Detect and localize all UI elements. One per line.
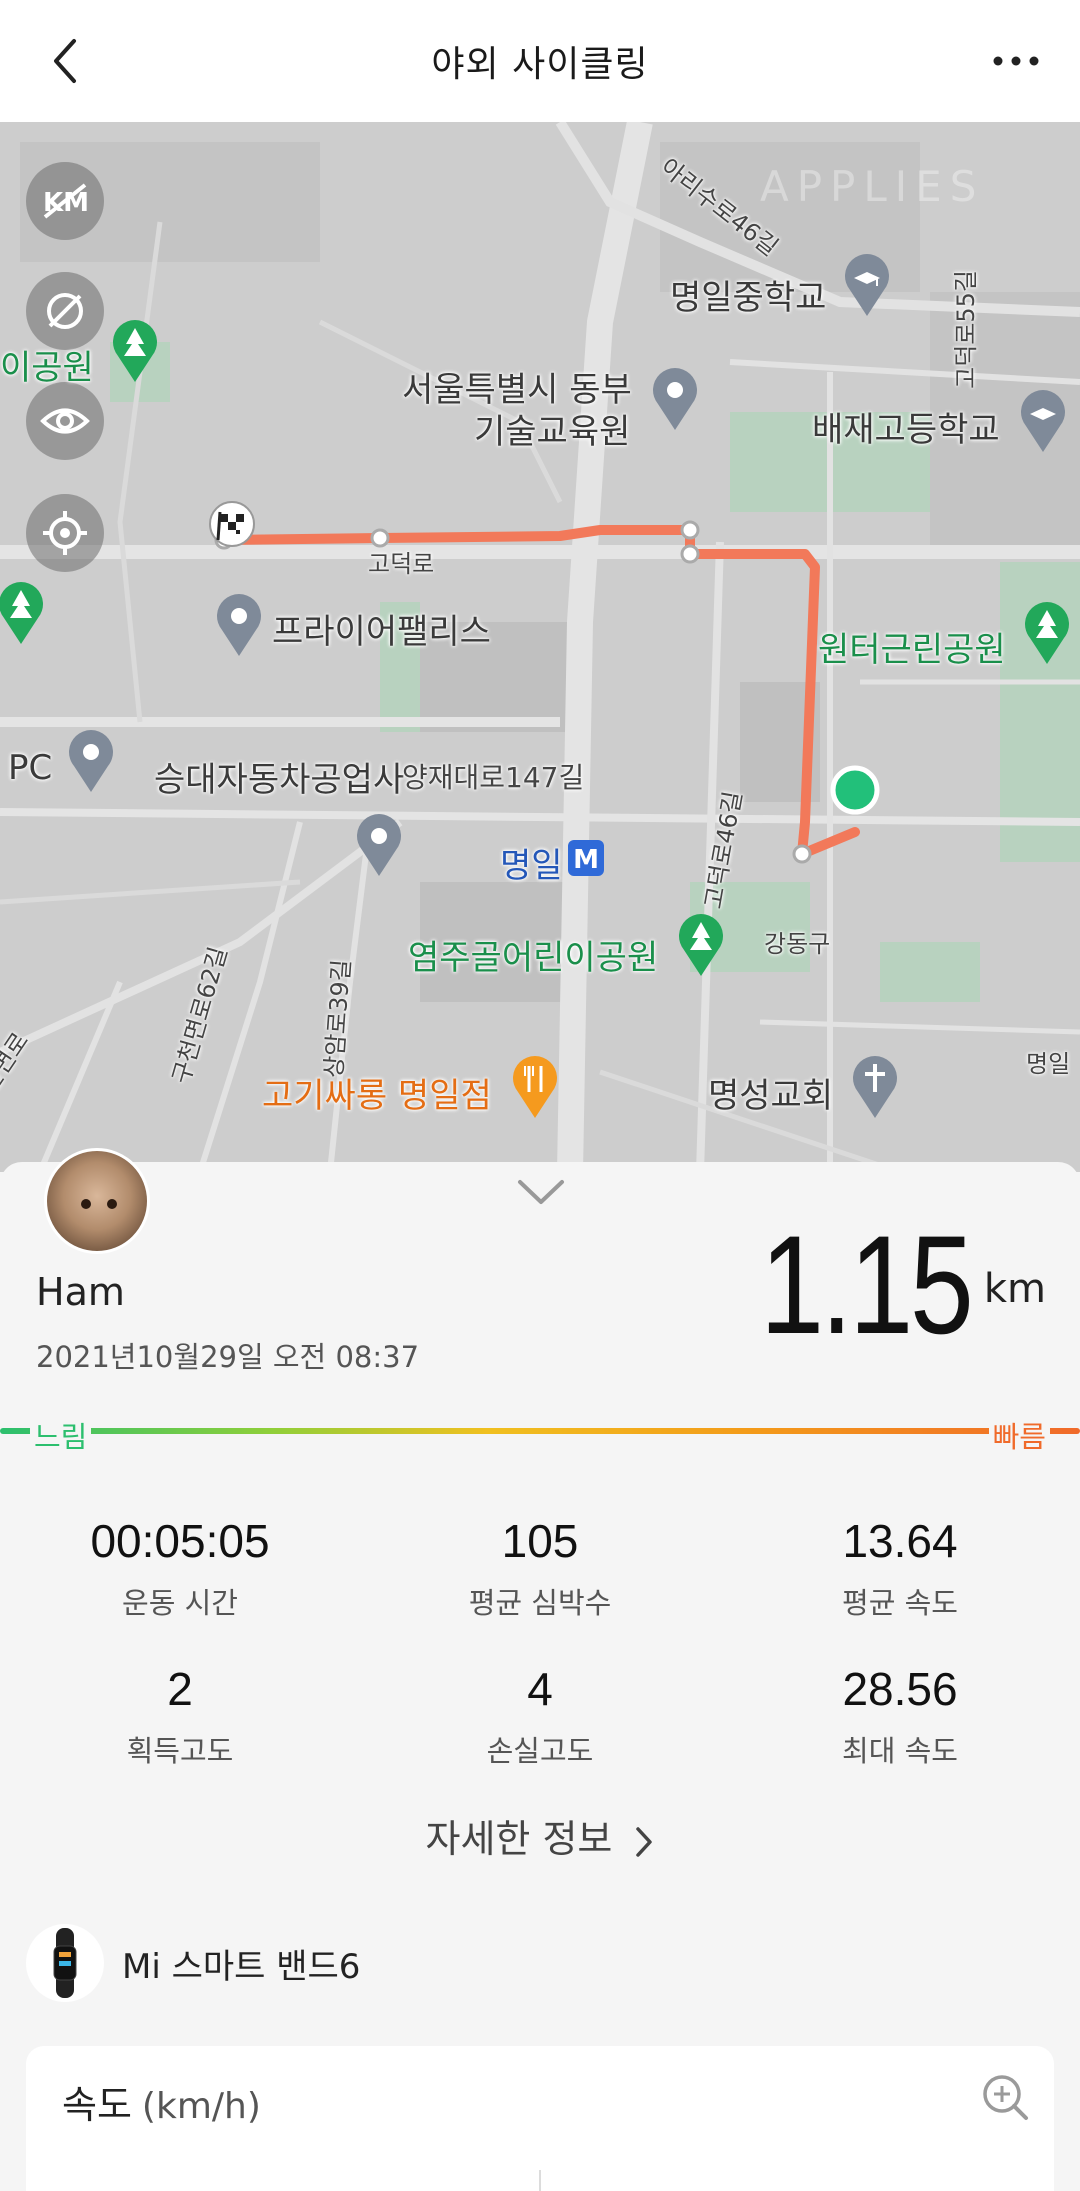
map-label-edge: 명일 [1026, 1050, 1071, 1078]
stat-value: 105 [501, 1515, 579, 1567]
park-pin-icon [679, 914, 723, 976]
stat-avg-heart-rate: 105 평균 심박수 [360, 1514, 720, 1622]
stat-label: 최대 속도 [842, 1734, 958, 1768]
device-row: Mi 스마트 밴드6 [26, 1924, 360, 2002]
speed-chart-title-text: 속도 [62, 2083, 132, 2127]
map-watermark: APPLIES [760, 162, 985, 211]
stat-duration: 00:05:05 운동 시간 [0, 1514, 360, 1622]
stat-elevation-gain: 2 획득고도 [0, 1662, 360, 1770]
top-bar: 야외 사이클링 [0, 0, 1080, 122]
stat-label: 손실고도 [486, 1734, 594, 1768]
collapse-sheet-button[interactable] [516, 1172, 566, 1212]
stat-label: 평균 심박수 [468, 1586, 612, 1620]
satellite-toggle-button[interactable] [26, 272, 104, 350]
map-label-car-shop: 승대자동차공업사 [154, 760, 405, 800]
stat-label: 평균 속도 [842, 1586, 958, 1620]
km-toggle-icon: KM [43, 183, 89, 219]
map-label-church: 명성교회 [708, 1076, 834, 1116]
speed-slow-label: 느림 [30, 1414, 92, 1456]
zoom-in-icon [983, 2075, 1028, 2120]
subway-badge-icon: M [568, 840, 604, 876]
more-options-button[interactable] [986, 34, 1046, 88]
chevron-right-icon [636, 1826, 653, 1857]
place-pin-icon [357, 814, 401, 876]
stat-label: 운동 시간 [122, 1586, 238, 1620]
place-pin-icon [653, 368, 697, 430]
satellite-off-icon [47, 293, 83, 329]
stat-avg-speed: 13.64 평균 속도 [720, 1514, 1080, 1622]
stat-label: 획득고도 [126, 1734, 234, 1768]
distance-unit: km [983, 1266, 1046, 1312]
locate-icon [43, 511, 87, 555]
map-label-kids-park: 염주골어린이공원 [408, 938, 659, 978]
map-label-school: 명일중학교 [670, 278, 827, 318]
route-start-flag [209, 501, 255, 547]
km-toggle-button[interactable]: KM [26, 162, 104, 240]
user-name: Ham [36, 1270, 125, 1314]
workout-datetime: 2021년10월29일 오전 08:37 [36, 1340, 420, 1374]
stat-max-speed: 28.56 최대 속도 [720, 1662, 1080, 1770]
visibility-toggle-button[interactable] [26, 382, 104, 460]
map-label-school-2: 배재고등학교 [812, 410, 1000, 450]
speed-chart-title: 속도 (km/h) [62, 2074, 261, 2129]
park-pin-icon [0, 582, 43, 644]
avatar[interactable] [44, 1148, 150, 1254]
back-button[interactable] [38, 34, 92, 88]
speed-gradient-bar [0, 1428, 1080, 1434]
workout-detail-screen: 야외 사이클링 KM M 명일중학교 서울특별시 동부 기술교육원 배재고등학교… [0, 0, 1080, 2191]
speed-chart-card: 속도 (km/h) [26, 2046, 1054, 2191]
locate-button[interactable] [26, 494, 104, 572]
place-pin-icon [69, 730, 113, 792]
stat-value: 13.64 [842, 1515, 958, 1567]
map-label-edu-2: 기술교육원 [474, 412, 631, 452]
zoom-in-button[interactable] [980, 2072, 1030, 2122]
stat-value: 28.56 [842, 1663, 958, 1715]
speed-fast-label: 빠름 [988, 1414, 1050, 1456]
workout-summary-sheet: Ham 2021년10월29일 오전 08:37 1.15 km 느림 빠름 0… [0, 1148, 1080, 2191]
more-dots-icon [993, 56, 1039, 66]
stat-value: 2 [167, 1663, 193, 1715]
chart-axis-line [539, 2170, 541, 2191]
stat-elevation-loss: 4 손실고도 [360, 1662, 720, 1770]
chevron-left-icon [54, 39, 76, 83]
map-label-park-right: 원터근린공원 [818, 630, 1006, 670]
school-pin-icon [845, 254, 889, 316]
map-label-restaurant: 고기싸롱 명일점 [262, 1076, 492, 1116]
church-pin-icon [853, 1056, 897, 1118]
map-label-road: 양재대로147길 [402, 761, 585, 794]
park-pin-icon [113, 320, 157, 382]
more-details-link[interactable]: 자세한 정보 [0, 1808, 1080, 1863]
stat-value: 00:05:05 [90, 1515, 270, 1567]
stat-value: 4 [527, 1663, 553, 1715]
park-pin-icon [1025, 602, 1069, 664]
school-pin-icon [1021, 390, 1065, 452]
place-pin-icon [217, 594, 261, 656]
page-title: 야외 사이클링 [431, 44, 649, 85]
speed-legend: 느림 빠름 [0, 1414, 1080, 1456]
map-label-pc: PC [8, 748, 53, 788]
route-map[interactable]: KM M 명일중학교 서울특별시 동부 기술교육원 배재고등학교 이공원 프라이… [0, 122, 1080, 1172]
more-details-label: 자세한 정보 [425, 1817, 613, 1861]
device-name: Mi 스마트 밴드6 [122, 1946, 361, 1987]
route-end-marker [830, 765, 880, 815]
eye-icon [40, 408, 90, 434]
map-label-park-left: 이공원 [0, 348, 94, 388]
distance-value: 1.15 [759, 1206, 974, 1363]
chevron-down-icon [518, 1180, 564, 1204]
map-label-station: 명일 [500, 846, 563, 886]
map-label-district: 강동구 [764, 930, 831, 958]
speed-chart-unit: (km/h) [141, 2086, 261, 2127]
map-label-palace: 프라이어팰리스 [272, 612, 491, 652]
map-label-road: 고덕로55길 [952, 270, 980, 389]
restaurant-pin-icon [513, 1056, 557, 1118]
svg-text:M: M [573, 845, 599, 875]
band-icon [26, 1924, 104, 2002]
map-label-road: 고덕로 [368, 550, 435, 578]
